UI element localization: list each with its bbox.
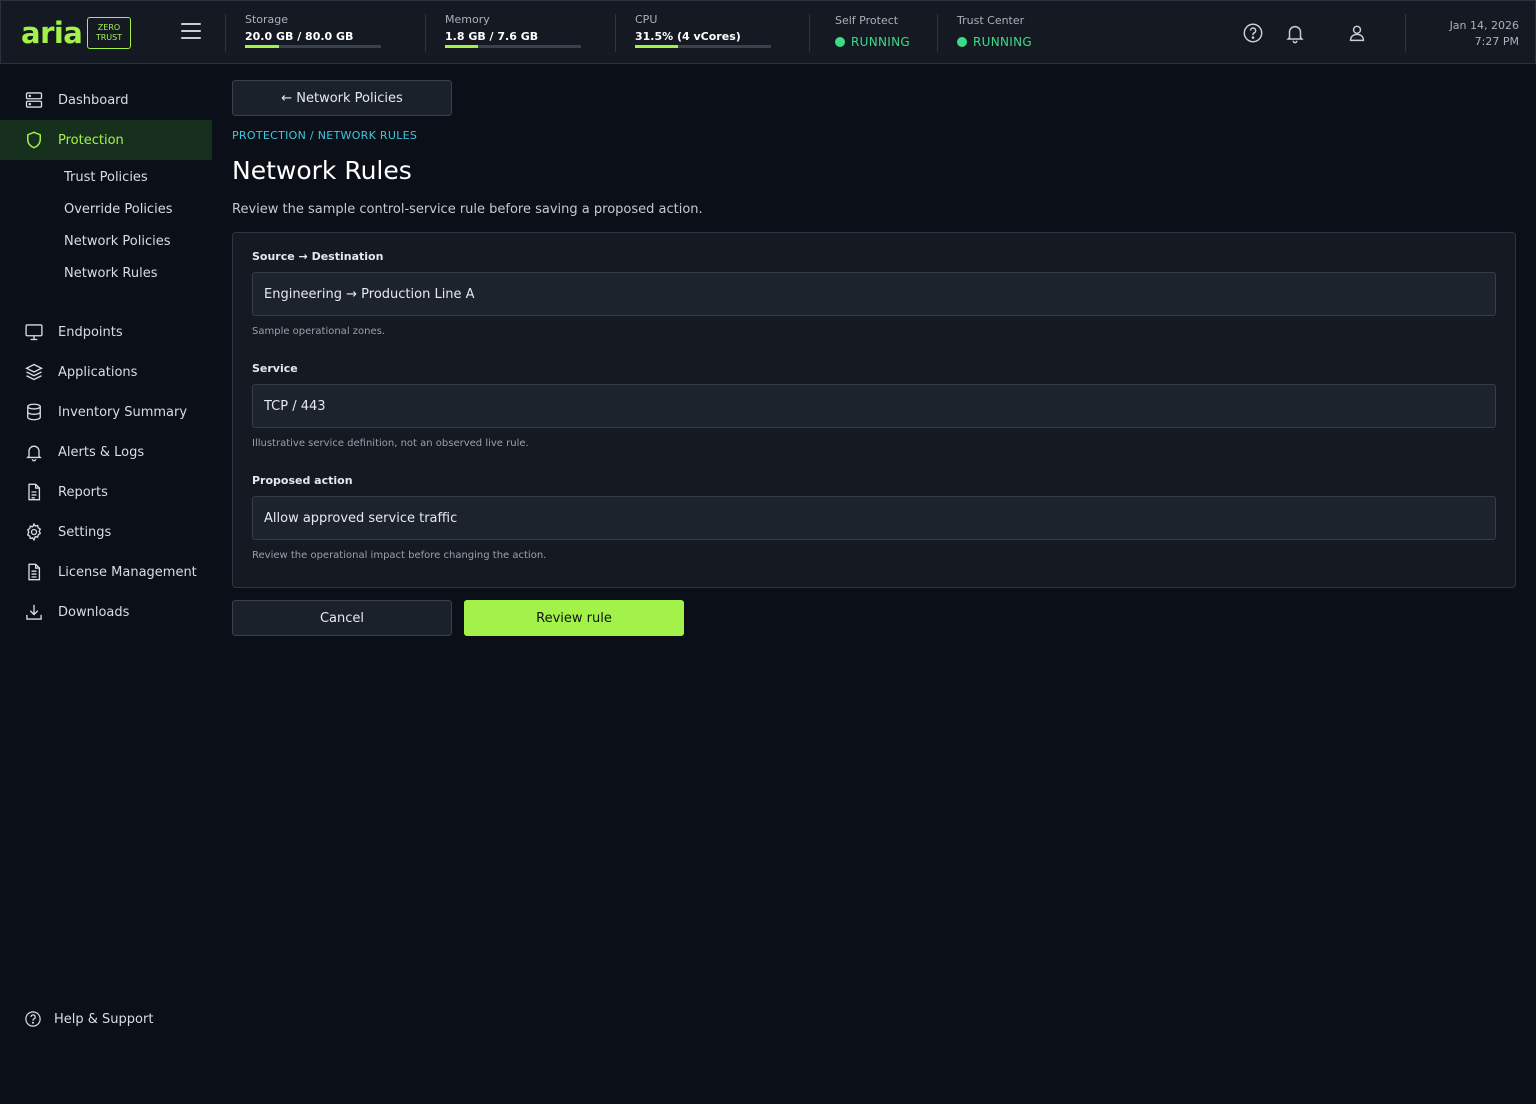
sidebar-item-dashboard[interactable]: Dashboard xyxy=(0,80,212,120)
sidebar-item-alerts-logs[interactable]: Alerts & Logs xyxy=(0,432,212,472)
logo-text: aria xyxy=(21,15,83,50)
trust-center-label: Trust Center xyxy=(957,14,1025,27)
self-protect-label: Self Protect xyxy=(835,14,899,27)
monitor-icon xyxy=(25,324,43,341)
gear-icon xyxy=(26,522,42,542)
user-icon[interactable] xyxy=(1346,22,1368,44)
sidebar-item-downloads[interactable]: Downloads xyxy=(0,592,212,632)
sidebar-subitem-override-policies[interactable]: Override Policies xyxy=(64,199,172,221)
sidebar-item-label: Applications xyxy=(58,364,138,380)
storage-metric: Storage 20.0 GB / 80.0 GB xyxy=(245,13,381,48)
back-to-network-policies-button[interactable]: ← Network Policies xyxy=(232,80,452,116)
page-title: Network Rules xyxy=(232,156,412,185)
breadcrumb[interactable]: PROTECTION / NETWORK RULES xyxy=(232,129,417,142)
help-support-label: Help & Support xyxy=(54,1011,154,1027)
sidebar-item-applications[interactable]: Applications xyxy=(0,352,212,392)
sidebar-item-protection[interactable]: Protection xyxy=(0,120,212,160)
top-bar: aria ZERO TRUST Storage 20.0 GB / 80.0 G… xyxy=(0,0,1536,64)
datetime: Jan 14, 2026 7:27 PM xyxy=(1450,18,1519,50)
server-icon xyxy=(25,92,43,108)
service-help: Illustrative service definition, not an … xyxy=(252,438,529,449)
status-dot-icon xyxy=(835,37,845,47)
sidebar-subitem-network-rules[interactable]: Network Rules xyxy=(64,263,157,285)
proposed-action-field[interactable]: Allow approved service traffic xyxy=(252,496,1496,540)
help-icon xyxy=(25,1011,41,1027)
sidebar-item-label: Reports xyxy=(58,484,108,500)
service-label: Service xyxy=(252,362,298,375)
sidebar-item-license-management[interactable]: License Management xyxy=(0,552,212,592)
page-description: Review the sample control-service rule b… xyxy=(232,202,703,217)
logo[interactable]: aria ZERO TRUST xyxy=(21,15,131,51)
divider xyxy=(425,14,426,52)
service-field[interactable]: TCP / 443 xyxy=(252,384,1496,428)
memory-metric: Memory 1.8 GB / 7.6 GB xyxy=(445,13,581,48)
sidebar-item-label: Downloads xyxy=(58,604,130,620)
divider xyxy=(225,14,226,52)
storage-value: 20.0 GB / 80.0 GB xyxy=(245,30,354,43)
sidebar-subitem-trust-policies[interactable]: Trust Policies xyxy=(64,167,148,189)
badge-line-2: TRUST xyxy=(95,33,123,42)
source-destination-field[interactable]: Engineering → Production Line A xyxy=(252,272,1496,316)
bell-icon xyxy=(26,445,42,462)
sidebar-item-label: License Management xyxy=(58,564,197,580)
document-icon xyxy=(28,483,41,501)
trust-center-value: RUNNING xyxy=(973,35,1032,49)
menu-icon[interactable] xyxy=(181,23,201,43)
sidebar-item-settings[interactable]: Settings xyxy=(0,512,212,552)
shield-icon xyxy=(27,131,41,149)
source-destination-label: Source → Destination xyxy=(252,250,384,263)
cpu-label: CPU xyxy=(635,13,658,26)
sidebar-item-label: Endpoints xyxy=(58,324,123,340)
memory-label: Memory xyxy=(445,13,490,26)
trust-center-status: Trust Center RUNNING xyxy=(957,14,1032,49)
status-dot-icon xyxy=(957,37,967,47)
time: 7:27 PM xyxy=(1474,35,1519,48)
sidebar-subitem-network-policies[interactable]: Network Policies xyxy=(64,231,171,253)
sidebar-item-label: Inventory Summary xyxy=(58,404,188,420)
date: Jan 14, 2026 xyxy=(1449,19,1519,32)
cancel-button[interactable]: Cancel xyxy=(232,600,452,636)
self-protect-status: Self Protect RUNNING xyxy=(835,14,910,49)
sidebar-item-label: Dashboard xyxy=(58,92,129,108)
sidebar-item-label: Protection xyxy=(58,132,124,148)
sidebar-item-label: Alerts & Logs xyxy=(58,444,145,460)
divider xyxy=(809,14,810,52)
storage-bar xyxy=(245,45,381,48)
cpu-value: 31.5% (4 vCores) xyxy=(635,30,741,43)
source-destination-help: Sample operational zones. xyxy=(252,326,386,337)
cpu-bar xyxy=(635,45,771,48)
layers-icon xyxy=(25,363,43,381)
memory-value: 1.8 GB / 7.6 GB xyxy=(445,30,539,43)
sidebar-item-endpoints[interactable]: Endpoints xyxy=(0,312,212,352)
sidebar: Dashboard Protection Trust Policies Over… xyxy=(0,64,212,1104)
download-icon xyxy=(26,604,42,620)
bell-icon[interactable] xyxy=(1284,22,1306,44)
database-icon xyxy=(27,403,41,421)
self-protect-value: RUNNING xyxy=(851,35,910,49)
rule-form-card: Source → Destination Engineering → Produ… xyxy=(232,232,1516,588)
cpu-metric: CPU 31.5% (4 vCores) xyxy=(635,13,771,48)
zero-trust-badge: ZERO TRUST xyxy=(87,17,131,49)
memory-bar xyxy=(445,45,581,48)
storage-label: Storage xyxy=(245,13,289,26)
divider xyxy=(615,14,616,52)
sidebar-item-inventory-summary[interactable]: Inventory Summary xyxy=(0,392,212,432)
divider xyxy=(1405,14,1406,52)
proposed-action-label: Proposed action xyxy=(252,474,353,487)
sidebar-item-label: Settings xyxy=(58,524,112,540)
help-support-link[interactable]: Help & Support xyxy=(24,1010,153,1028)
license-icon xyxy=(28,563,41,581)
badge-line-1: ZERO xyxy=(97,23,121,32)
review-rule-button[interactable]: Review rule xyxy=(464,600,684,636)
divider xyxy=(937,14,938,52)
sidebar-item-reports[interactable]: Reports xyxy=(0,472,212,512)
proposed-action-help: Review the operational impact before cha… xyxy=(252,550,547,561)
help-icon[interactable] xyxy=(1242,22,1264,44)
